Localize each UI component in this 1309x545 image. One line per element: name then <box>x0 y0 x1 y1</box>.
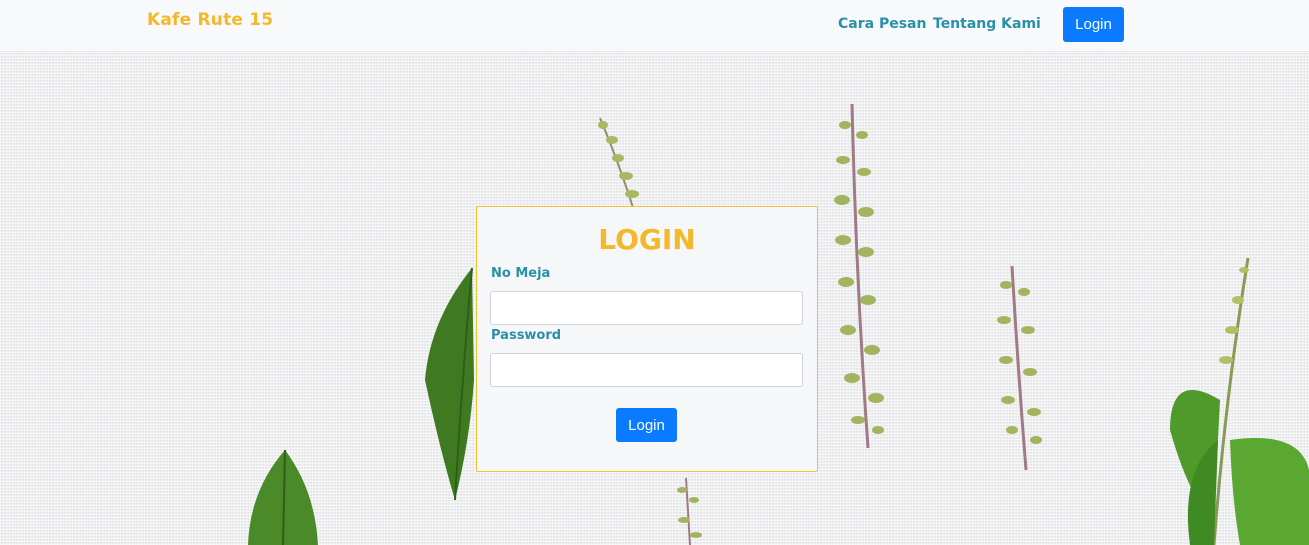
basil-sprig-center <box>834 103 884 449</box>
nav-link-cara-pesan[interactable]: Cara Pesan <box>838 16 926 32</box>
login-card: LOGIN No Meja Password Login <box>476 206 818 472</box>
login-title: LOGIN <box>598 223 696 256</box>
nav-login-button[interactable]: Login <box>1063 7 1124 42</box>
table-number-input[interactable] <box>490 291 803 325</box>
basil-sprig-right <box>997 265 1042 471</box>
password-input[interactable] <box>490 353 803 387</box>
brand-logo[interactable]: Kafe Rute 15 <box>147 10 273 30</box>
basil-sprig-far-right <box>1170 257 1309 545</box>
password-label: Password <box>491 328 562 343</box>
table-number-label: No Meja <box>491 266 551 281</box>
navbar: Kafe Rute 15 Cara Pesan Tentang Kami Log… <box>0 0 1309 52</box>
nav-link-tentang-kami[interactable]: Tentang Kami <box>933 16 1041 32</box>
login-submit-button[interactable]: Login <box>616 408 677 442</box>
